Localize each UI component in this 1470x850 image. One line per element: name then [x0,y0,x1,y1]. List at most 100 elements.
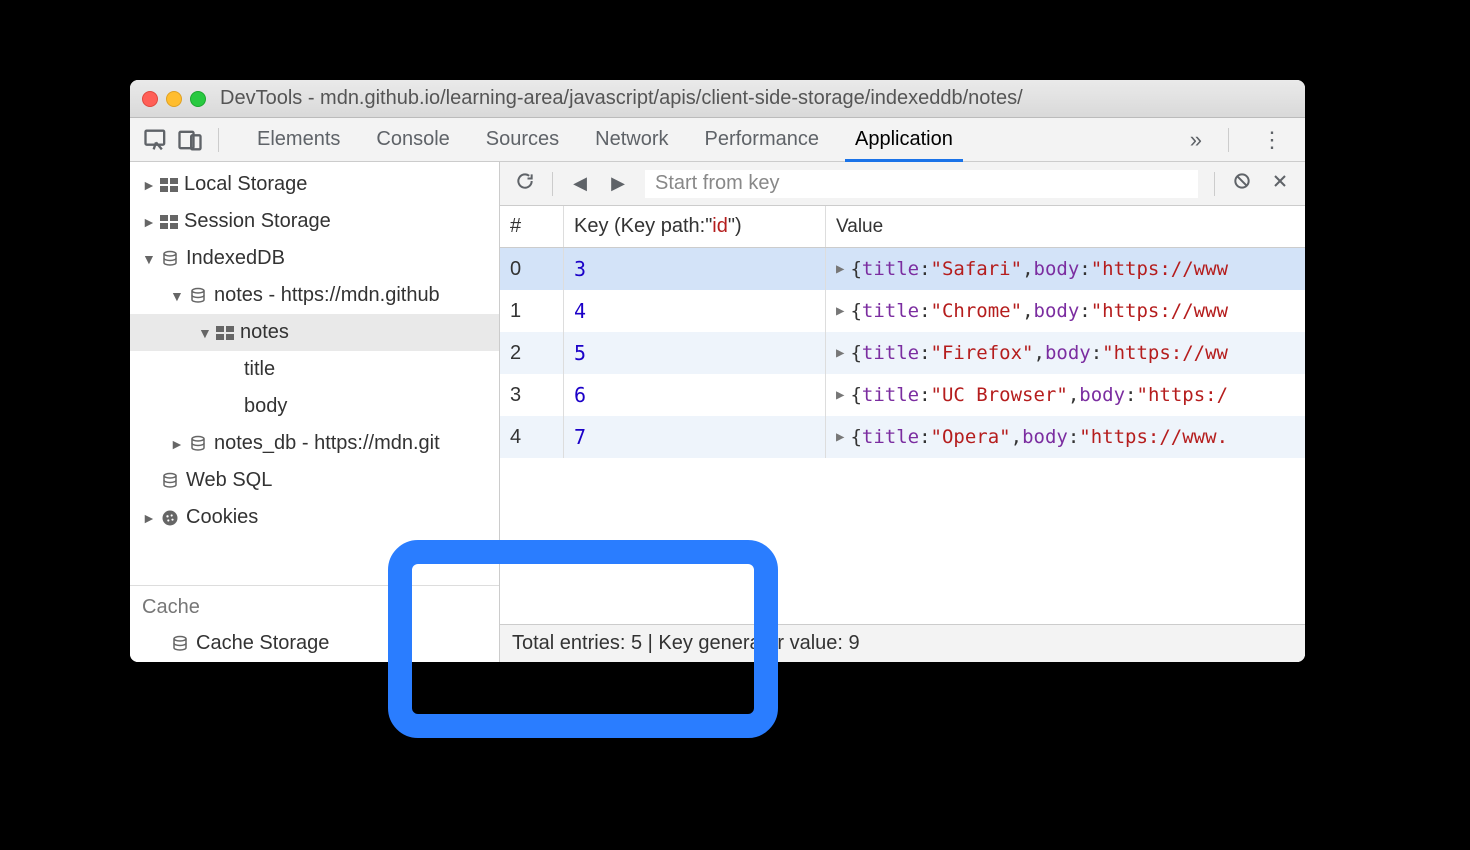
cell-key: 5 [564,332,826,374]
col-header-index[interactable]: # [500,206,564,247]
cell-key: 7 [564,416,826,458]
table-icon [216,326,234,340]
tree-item-notes-https-mdn-github[interactable]: ▼notes - https://mdn.github [130,277,499,314]
tree-item-title[interactable]: title [130,351,499,388]
tree-item-label: Web SQL [186,469,272,492]
toolbar-separator [1228,128,1229,152]
disclosure-arrow-icon: ► [170,436,184,452]
tree-item-cookies[interactable]: ► Cookies [130,499,499,536]
cell-index: 4 [500,416,564,458]
table-icon [160,215,178,229]
separator [552,172,553,196]
start-from-key-input[interactable] [645,170,1198,198]
cell-key: 4 [564,290,826,332]
clear-objectstore-icon[interactable] [1231,171,1253,197]
grid-body: 03▶{title: "Safari", body: "https://www1… [500,248,1305,624]
table-icon [160,178,178,192]
tree-item-session-storage[interactable]: ► Session Storage [130,203,499,240]
tree-item-notes-db-https-mdn-git[interactable]: ► notes_db - https://mdn.git [130,425,499,462]
refresh-icon[interactable] [514,171,536,197]
status-bar: Total entries: 5 | Key generator value: … [500,624,1305,662]
tab-elements[interactable]: Elements [239,118,358,161]
device-mode-icon[interactable] [176,126,204,154]
database-icon [170,635,190,653]
disclosure-arrow-icon: ► [142,214,156,230]
minimize-window-button[interactable] [166,91,182,107]
panel-tabs: ElementsConsoleSourcesNetworkPerformance… [239,118,1172,161]
database-icon [188,435,208,453]
maximize-window-button[interactable] [190,91,206,107]
tree-item-indexeddb[interactable]: ▼ IndexedDB [130,240,499,277]
cell-value: ▶{title: "Firefox", body: "https://ww [826,332,1305,374]
disclosure-triangle-icon[interactable]: ▶ [836,429,844,445]
cell-value: ▶{title: "UC Browser", body: "https:/ [826,374,1305,416]
cell-key: 6 [564,374,826,416]
titlebar: DevTools - mdn.github.io/learning-area/j… [130,80,1305,118]
window-title: DevTools - mdn.github.io/learning-area/j… [220,87,1023,110]
status-text: Total entries: 5 | Key generator value: … [512,632,860,655]
table-row[interactable]: 25▶{title: "Firefox", body: "https://ww [500,332,1305,374]
disclosure-triangle-icon[interactable]: ▶ [836,345,844,361]
tab-console[interactable]: Console [358,118,467,161]
tree-item-label: Local Storage [184,173,307,196]
tree-item-label: Cookies [186,506,258,529]
database-icon [188,287,208,305]
cell-value: ▶{title: "Chrome", body: "https://www [826,290,1305,332]
cell-value: ▶{title: "Opera", body: "https://www. [826,416,1305,458]
delete-selected-icon[interactable] [1269,171,1291,197]
table-row[interactable]: 14▶{title: "Chrome", body: "https://www [500,290,1305,332]
disclosure-arrow-icon: ▼ [142,251,156,267]
tree-item-local-storage[interactable]: ► Local Storage [130,166,499,203]
table-row[interactable]: 03▶{title: "Safari", body: "https://www [500,248,1305,290]
separator [1214,172,1215,196]
tree-item-label: Session Storage [184,210,331,233]
objectstore-panel: ◀ ▶ # Key ( [500,162,1305,662]
tab-sources[interactable]: Sources [468,118,577,161]
cell-index: 0 [500,248,564,290]
disclosure-arrow-icon: ► [142,510,156,526]
devtools-window: DevTools - mdn.github.io/learning-area/j… [130,80,1305,662]
prev-page-icon[interactable]: ◀ [569,173,591,194]
table-row[interactable]: 36▶{title: "UC Browser", body: "https:/ [500,374,1305,416]
inspect-icon[interactable] [142,126,170,154]
database-icon [160,250,180,268]
tab-network[interactable]: Network [577,118,686,161]
cell-index: 2 [500,332,564,374]
tree-item-web-sql[interactable]: Web SQL [130,462,499,499]
cell-key: 3 [564,248,826,290]
col-header-key[interactable]: Key (Key path: "id") [564,206,826,247]
col-header-value[interactable]: Value [826,206,1305,247]
storage-tree: ► Local Storage ► Session Storage ▼ IndexedDB… [130,162,499,536]
disclosure-triangle-icon[interactable]: ▶ [836,261,844,277]
tree-item-notes[interactable]: ▼notes [130,314,499,351]
tab-application[interactable]: Application [837,118,971,161]
disclosure-triangle-icon[interactable]: ▶ [836,387,844,403]
more-tabs-icon[interactable]: » [1178,127,1214,153]
cell-index: 3 [500,374,564,416]
close-window-button[interactable] [142,91,158,107]
next-page-icon[interactable]: ▶ [607,173,629,194]
cache-tree: Cache Storage [130,625,499,662]
tree-item-label: IndexedDB [186,247,285,270]
table-row[interactable]: 47▶{title: "Opera", body: "https://www. [500,416,1305,458]
tree-item-label: notes_db - https://mdn.git [214,432,440,455]
cell-value: ▶{title: "Safari", body: "https://www [826,248,1305,290]
disclosure-triangle-icon[interactable]: ▶ [836,303,844,319]
disclosure-arrow-icon: ► [142,177,156,193]
tree-item-body[interactable]: body [130,388,499,425]
tree-item-label: notes [240,321,289,344]
objectstore-toolbar: ◀ ▶ [500,162,1305,206]
tree-item-label: title [244,358,275,381]
kebab-menu-icon[interactable]: ⋮ [1253,127,1293,153]
cookie-icon [160,508,180,528]
tree-item-label: body [244,395,287,418]
cell-index: 1 [500,290,564,332]
window-controls [142,91,206,107]
grid-header-row: # Key (Key path: "id") Value [500,206,1305,248]
tab-performance[interactable]: Performance [687,118,838,161]
cache-section-header: Cache [130,586,499,625]
disclosure-arrow-icon: ▼ [170,288,184,304]
tree-item-cache-storage[interactable]: Cache Storage [130,625,499,662]
devtools-toolbar: ElementsConsoleSourcesNetworkPerformance… [130,118,1305,162]
toolbar-separator [218,128,219,152]
